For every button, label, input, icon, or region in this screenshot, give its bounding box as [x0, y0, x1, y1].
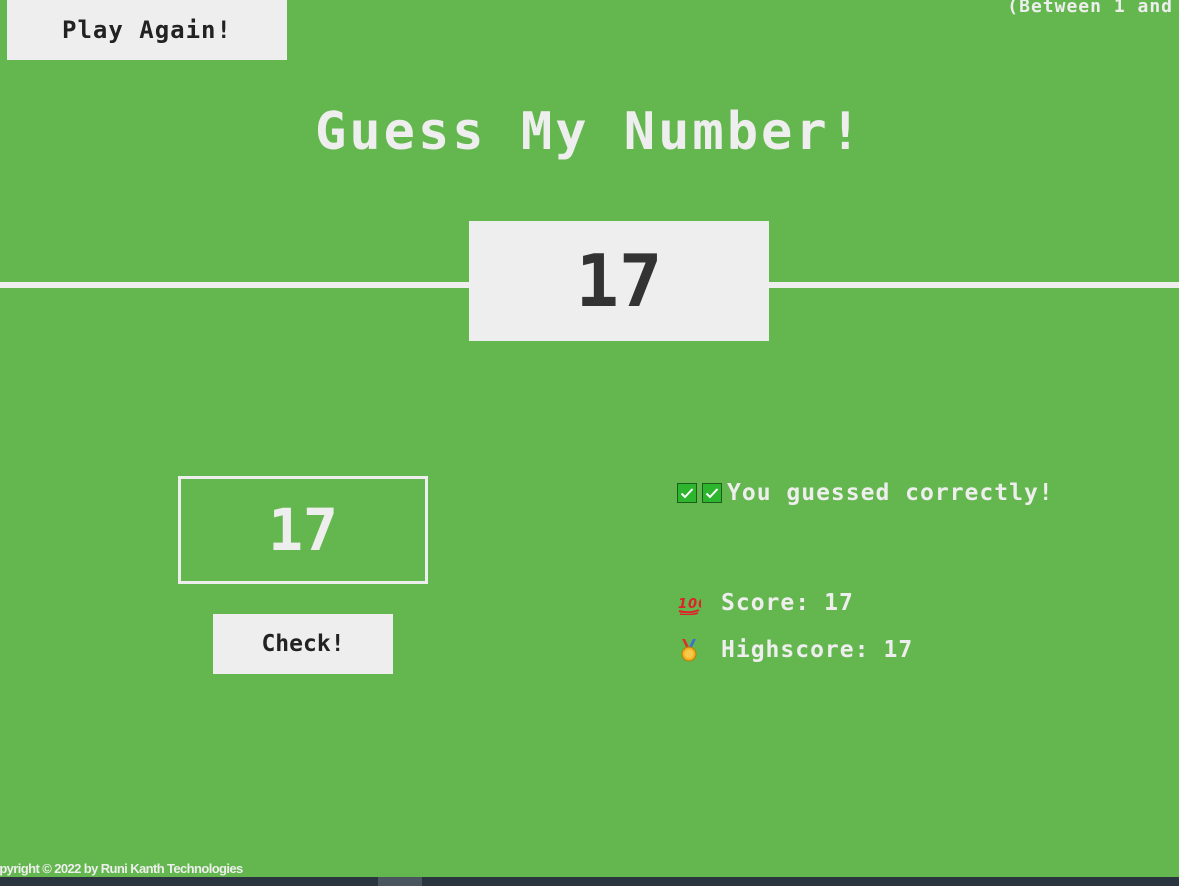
- message-text: You guessed correctly!: [727, 480, 1054, 506]
- horizontal-scrollbar[interactable]: [0, 877, 1179, 886]
- secret-number-display: 17: [469, 221, 769, 341]
- check-mark-box-icon: [677, 483, 697, 503]
- hundred-points-icon: 100: [677, 591, 707, 616]
- game-page: Play Again! (Between 1 and Guess My Numb…: [0, 0, 1179, 886]
- check-mark-box-icon: [702, 483, 722, 503]
- highscore-row: Highscore: 17: [677, 637, 913, 663]
- score-row: 100 Score: 17: [677, 590, 854, 616]
- guess-input[interactable]: [178, 476, 428, 584]
- scrollbar-thumb[interactable]: [378, 877, 422, 886]
- score-label: Score:: [721, 590, 811, 616]
- copyright-footer: opyright © 2022 by Runi Kanth Technologi…: [0, 861, 243, 876]
- result-message: You guessed correctly!: [677, 480, 1054, 506]
- page-title: Guess My Number!: [315, 102, 864, 162]
- play-again-button[interactable]: Play Again!: [7, 0, 287, 60]
- score-value: 17: [824, 590, 854, 616]
- highscore-label: Highscore:: [721, 637, 870, 663]
- highscore-value: 17: [883, 637, 914, 663]
- medal-icon: [677, 638, 701, 662]
- range-hint: (Between 1 and: [1007, 0, 1173, 17]
- check-button[interactable]: Check!: [213, 614, 393, 674]
